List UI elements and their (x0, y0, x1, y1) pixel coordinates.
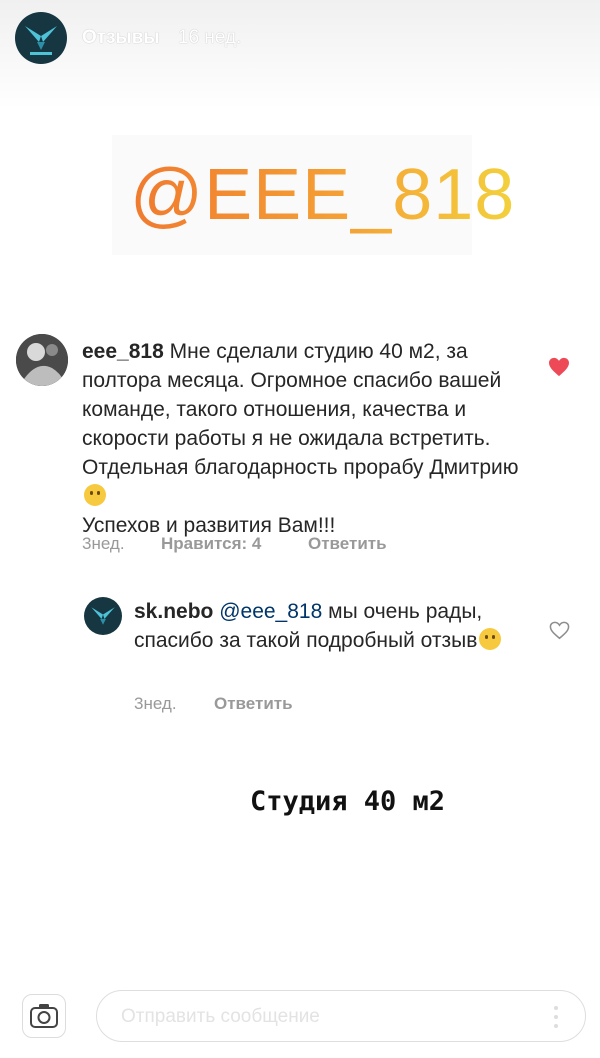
profile-avatar[interactable] (15, 12, 67, 64)
reply-username[interactable]: sk.nebo (134, 600, 213, 623)
commenter-photo (16, 334, 68, 386)
comment-meta: 3нед. Нравится: 4 Ответить (82, 534, 502, 556)
story-header: Отзывы 16 нед. (0, 0, 600, 80)
reply-mention[interactable]: @eee_818 (219, 600, 322, 623)
reply-time: 3нед. (134, 694, 177, 713)
brand-logo-icon (25, 26, 57, 55)
reply-reply-button[interactable]: Ответить (214, 694, 293, 714)
commenter-avatar[interactable] (16, 334, 68, 386)
story-time: 16 нед. (178, 27, 242, 48)
reply-body: sk.nebo @eee_818 мы очень рады, спасибо … (134, 597, 532, 655)
camera-icon (30, 1004, 58, 1028)
handle-text: @EEE_818 (130, 150, 515, 240)
smiling-face-emoji (84, 484, 106, 506)
blushing-face-emoji (479, 628, 502, 650)
reply-avatar[interactable] (84, 597, 122, 635)
heart-outline-icon[interactable] (549, 621, 570, 640)
comment-username[interactable]: eee_818 (82, 340, 164, 363)
story-caption: Студия 40 м2 (250, 786, 446, 817)
camera-button[interactable] (22, 994, 66, 1038)
message-placeholder: Отправить сообщение (121, 1006, 320, 1027)
more-vertical-icon[interactable] (553, 1006, 559, 1028)
message-input[interactable]: Отправить сообщение (96, 990, 586, 1042)
heart-filled-icon[interactable] (548, 357, 570, 377)
comment-body: eee_818 Мне сделали студию 40 м2, за пол… (82, 337, 537, 540)
comment-reply-button[interactable]: Ответить (308, 534, 387, 554)
reply-meta: 3нед. Ответить (134, 694, 434, 716)
comment-likes[interactable]: Нравится: 4 (161, 534, 261, 554)
brand-logo-icon (91, 607, 115, 625)
story-title: Отзывы (82, 27, 160, 48)
comment-time: 3нед. (82, 534, 125, 553)
